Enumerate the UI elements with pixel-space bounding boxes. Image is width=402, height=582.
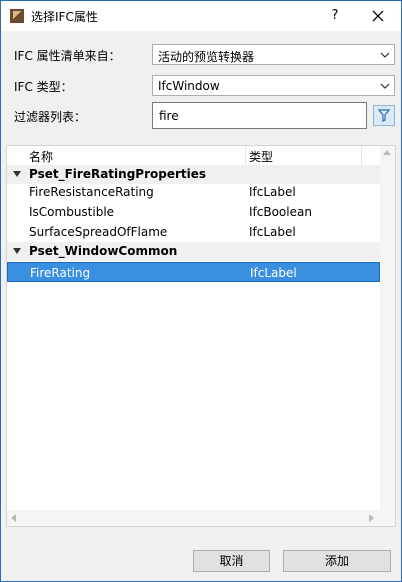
property-name: FireResistanceRating	[29, 185, 154, 199]
property-type: IfcLabel	[249, 185, 296, 199]
dialog-window: 选择IFC属性 ? IFC 属性清单来自： 活动的预览转换器 IFC 类型： I…	[0, 0, 402, 582]
close-icon[interactable]	[369, 7, 387, 25]
source-dropdown[interactable]: 活动的预览转换器	[152, 44, 395, 65]
list-item-selected[interactable]: FireRating IfcLabel	[7, 262, 380, 282]
type-dropdown[interactable]: IfcWindow	[152, 75, 395, 96]
help-button[interactable]: ?	[327, 7, 343, 25]
scroll-left-icon[interactable]	[11, 514, 16, 522]
column-header-name[interactable]: 名称	[29, 148, 53, 165]
add-button[interactable]: 添加	[283, 550, 391, 572]
group-label: Pset_WindowCommon	[29, 244, 178, 258]
column-divider	[361, 146, 362, 165]
title-bar[interactable]: 选择IFC属性 ?	[1, 1, 401, 31]
list-header: 名称 类型	[7, 146, 380, 166]
type-dropdown-value: IfcWindow	[158, 79, 220, 93]
list-item[interactable]: SurfaceSpreadOfFlame IfcLabel	[7, 222, 380, 242]
horizontal-scrollbar[interactable]	[7, 510, 380, 526]
chevron-down-icon	[380, 52, 390, 58]
source-label: IFC 属性清单来自：	[14, 49, 121, 63]
filter-input-value: fire	[159, 109, 179, 123]
vertical-scrollbar[interactable]	[380, 146, 395, 510]
property-name: SurfaceSpreadOfFlame	[29, 225, 168, 239]
filter-button[interactable]	[373, 105, 395, 126]
funnel-icon	[378, 109, 390, 122]
group-row-windowcommon[interactable]: Pset_WindowCommon	[7, 242, 380, 261]
scrollbar-corner	[380, 510, 395, 526]
source-dropdown-value: 活动的预览转换器	[158, 50, 255, 64]
column-divider	[245, 146, 246, 165]
type-label: IFC 类型：	[14, 80, 73, 94]
chevron-down-icon	[380, 83, 390, 89]
property-type: IfcBoolean	[249, 205, 312, 219]
group-label: Pset_FireRatingProperties	[29, 167, 207, 181]
cancel-button[interactable]: 取消	[193, 550, 270, 572]
property-name: IsCombustible	[29, 205, 115, 219]
window-title: 选择IFC属性	[31, 10, 98, 24]
list-item[interactable]: IsCombustible IfcBoolean	[7, 202, 380, 222]
filter-label: 过滤器列表：	[14, 110, 87, 124]
list-item[interactable]: FireResistanceRating IfcLabel	[7, 182, 380, 202]
property-type: IfcLabel	[249, 225, 296, 239]
collapse-triangle-icon[interactable]	[13, 171, 21, 177]
filter-input[interactable]: fire	[152, 102, 367, 129]
property-list[interactable]: 名称 类型 Pset_FireRatingProperties FireResi…	[6, 145, 396, 527]
app-logo-icon	[10, 9, 24, 23]
property-type: IfcLabel	[250, 266, 297, 280]
column-header-type[interactable]: 类型	[249, 148, 273, 165]
collapse-triangle-icon[interactable]	[13, 248, 21, 254]
property-name: FireRating	[30, 266, 91, 280]
scroll-up-icon[interactable]	[383, 150, 391, 155]
scroll-right-icon[interactable]	[369, 514, 374, 522]
